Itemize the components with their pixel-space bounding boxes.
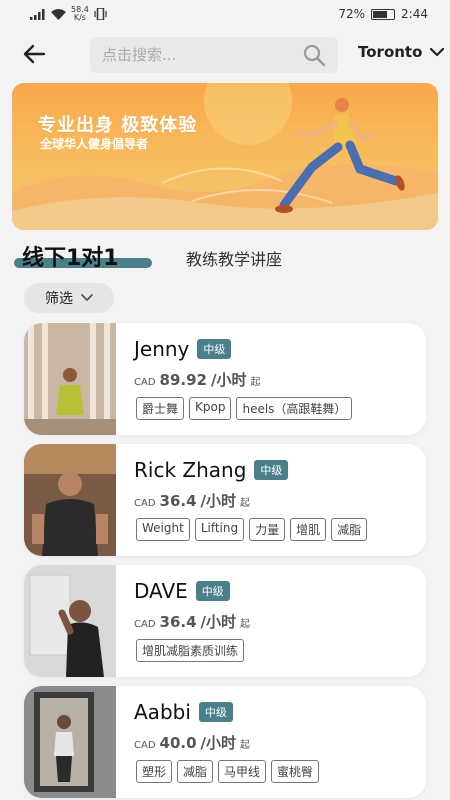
tab-offline-1v1[interactable]: 线下1对1 <box>22 240 119 272</box>
coach-name-row: DAVE 中级 <box>134 579 230 603</box>
coach-tags: 增肌减脂素质训练 <box>136 639 245 662</box>
price-value: 36.4 <box>159 613 197 631</box>
tag: 力量 <box>249 518 286 541</box>
search-bar[interactable] <box>90 37 338 73</box>
vibrate-icon <box>94 8 107 20</box>
coach-tags: Weight Lifting 力量 增肌 减脂 <box>136 518 368 541</box>
coach-photo <box>24 323 116 435</box>
tag: 塑形 <box>136 760 173 783</box>
tab-coach-lectures[interactable]: 教练教学讲座 <box>186 246 282 270</box>
coach-photo <box>24 444 116 556</box>
tag: 增肌 <box>290 518 327 541</box>
tag: 减脂 <box>177 760 214 783</box>
banner-title: 专业出身 极致体验 <box>38 115 198 136</box>
currency: CAD <box>134 740 156 751</box>
tag: Lifting <box>194 518 245 541</box>
status-right: 72% 2:44 <box>338 7 428 21</box>
search-icon[interactable] <box>302 43 326 67</box>
price-value: 89.92 <box>159 371 207 389</box>
signal-icon <box>30 8 45 20</box>
currency: CAD <box>134 619 156 630</box>
coach-name: Aabbi <box>134 700 191 724</box>
battery-icon <box>371 8 396 20</box>
price-value: 36.4 <box>159 492 197 510</box>
coach-price: CAD 36.4 /小时 起 <box>134 490 250 511</box>
price-value: 40.0 <box>159 734 197 752</box>
chevron-down-icon <box>81 294 93 302</box>
coach-card[interactable]: Aabbi 中级 CAD 40.0 /小时 起 塑形 减脂 马甲线 蜜桃臀 <box>24 686 426 798</box>
coach-photo <box>24 686 116 798</box>
price-suffix: 起 <box>240 619 251 630</box>
currency: CAD <box>134 377 156 388</box>
coach-price: CAD 89.92 /小时 起 <box>134 369 260 390</box>
price-suffix: 起 <box>250 377 261 388</box>
tag: Kpop <box>189 397 232 420</box>
status-bar: 58.4 K/s 72% 2:44 <box>0 0 450 28</box>
level-badge: 中级 <box>254 460 289 480</box>
netspeed-unit: K/s <box>73 13 86 22</box>
back-button[interactable] <box>20 40 50 68</box>
level-badge: 中级 <box>197 339 232 359</box>
tag: 增肌减脂素质训练 <box>136 639 245 662</box>
price-unit: /小时 <box>200 734 237 752</box>
battery-fill <box>373 10 387 18</box>
tab-bar: 线下1对1 教练教学讲座 <box>0 238 450 274</box>
price-unit: /小时 <box>210 371 247 389</box>
city-selector[interactable]: Toronto <box>358 43 445 61</box>
status-left: 58.4 K/s <box>30 6 107 22</box>
tag: 马甲线 <box>218 760 267 783</box>
coach-name-row: Aabbi 中级 <box>134 700 233 724</box>
coach-card[interactable]: Rick Zhang 中级 CAD 36.4 /小时 起 Weight Lift… <box>24 444 426 556</box>
clock: 2:44 <box>401 7 428 21</box>
coach-name-row: Jenny 中级 <box>134 337 232 361</box>
promo-banner[interactable]: 专业出身 极致体验 全球华人健身倡导者 <box>12 83 438 230</box>
filter-button[interactable]: 筛选 <box>24 283 114 313</box>
chevron-down-icon <box>430 47 445 56</box>
tag: Weight <box>136 518 190 541</box>
price-unit: /小时 <box>200 613 237 631</box>
coach-price: CAD 36.4 /小时 起 <box>134 611 250 632</box>
coach-photo <box>24 565 116 677</box>
coach-name: Rick Zhang <box>134 458 247 482</box>
tag: 爵士舞 <box>136 397 185 420</box>
tag: heels（高跟鞋舞） <box>236 397 353 420</box>
price-suffix: 起 <box>240 740 251 751</box>
wifi-icon <box>51 8 66 20</box>
coach-name-row: Rick Zhang 中级 <box>134 458 289 482</box>
coach-tags: 爵士舞 Kpop heels（高跟鞋舞） <box>136 397 353 420</box>
tag: 减脂 <box>331 518 368 541</box>
header: Toronto <box>0 34 450 74</box>
coach-card[interactable]: DAVE 中级 CAD 36.4 /小时 起 增肌减脂素质训练 <box>24 565 426 677</box>
coach-tags: 塑形 减脂 马甲线 蜜桃臀 <box>136 760 320 783</box>
banner-subtitle: 全球华人健身倡导者 <box>40 137 149 151</box>
banner-illustration <box>12 83 438 230</box>
coach-card[interactable]: Jenny 中级 CAD 89.92 /小时 起 爵士舞 Kpop heels（… <box>24 323 426 435</box>
price-unit: /小时 <box>200 492 237 510</box>
battery-percent: 72% <box>338 7 366 21</box>
price-suffix: 起 <box>240 498 251 509</box>
coach-name: DAVE <box>134 579 188 603</box>
city-label: Toronto <box>358 43 423 61</box>
coach-price: CAD 40.0 /小时 起 <box>134 732 250 753</box>
netspeed: 58.4 K/s <box>71 6 89 22</box>
coach-name: Jenny <box>134 337 190 361</box>
search-input[interactable] <box>102 46 302 64</box>
currency: CAD <box>134 498 156 509</box>
level-badge: 中级 <box>198 702 233 722</box>
tag: 蜜桃臀 <box>271 760 320 783</box>
filter-label: 筛选 <box>45 291 73 307</box>
level-badge: 中级 <box>195 581 230 601</box>
back-arrow-icon <box>23 44 46 64</box>
